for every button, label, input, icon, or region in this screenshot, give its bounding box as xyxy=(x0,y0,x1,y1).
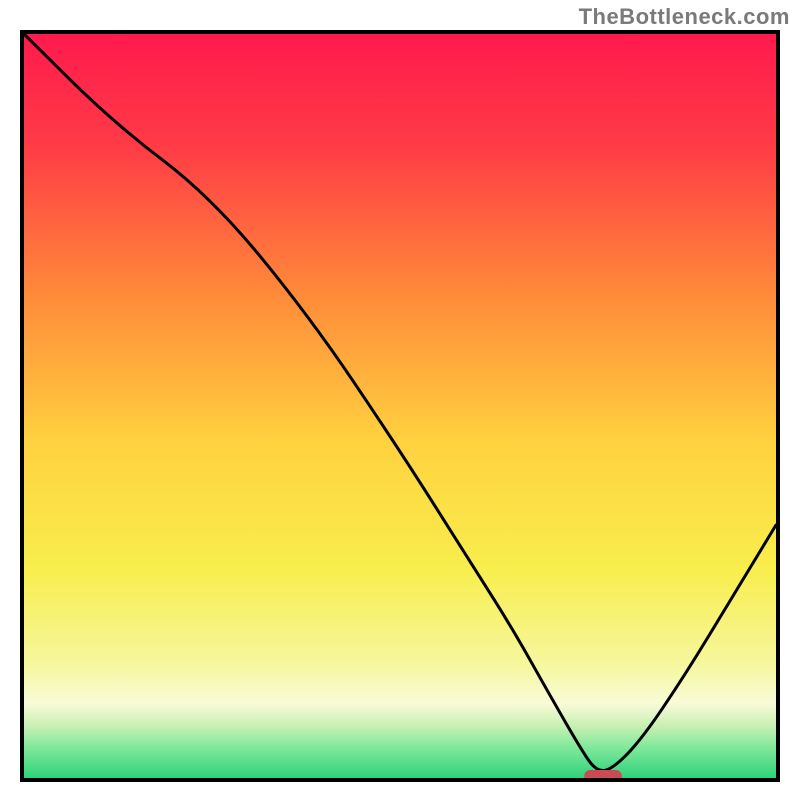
chart-background xyxy=(24,34,776,778)
plot-area xyxy=(20,30,780,782)
chart-svg xyxy=(24,34,776,778)
optimal-point-marker xyxy=(584,770,622,778)
watermark-text: TheBottleneck.com xyxy=(579,4,790,30)
chart-container: TheBottleneck.com xyxy=(0,0,800,800)
